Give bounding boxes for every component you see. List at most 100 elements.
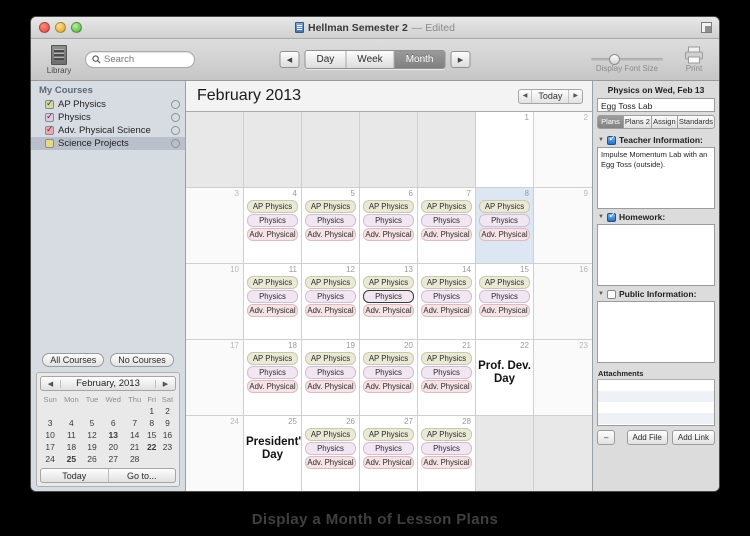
calendar-prev-button[interactable]: ◀: [519, 90, 532, 103]
print-button[interactable]: Print: [677, 46, 711, 73]
calendar-day-cell[interactable]: 3: [186, 188, 244, 264]
calendar-event-pill[interactable]: Adv. Physical: [363, 228, 414, 241]
calendar-event-pill[interactable]: AP Physics: [305, 276, 356, 289]
calendar-day-cell[interactable]: 21 AP Physics Physics Adv. Physical: [418, 340, 476, 416]
mini-cal-day[interactable]: 8: [145, 417, 159, 429]
calendar-event-pill[interactable]: Physics: [479, 290, 530, 303]
mini-cal-day[interactable]: 11: [60, 429, 82, 441]
calendar-event-pill[interactable]: Adv. Physical: [479, 304, 530, 317]
calendar-day-cell[interactable]: 8 AP Physics Physics Adv. Physical: [476, 188, 534, 264]
calendar-event-pill[interactable]: AP Physics: [247, 352, 298, 365]
tab-standards[interactable]: Standards: [676, 115, 716, 129]
calendar-day-cell[interactable]: 24: [186, 416, 244, 491]
calendar-event-pill[interactable]: Physics: [363, 214, 414, 227]
calendar-event-pill[interactable]: Adv. Physical: [247, 380, 298, 393]
checkbox-physics[interactable]: [45, 111, 54, 122]
tab-plans-2[interactable]: Plans 2: [622, 115, 651, 129]
calendar-event-pill[interactable]: Physics: [421, 366, 472, 379]
tab-day[interactable]: Day: [305, 51, 347, 68]
calendar-day-cell[interactable]: 10: [186, 264, 244, 340]
calendar-day-cell[interactable]: 26 AP Physics Physics Adv. Physical: [302, 416, 360, 491]
calendar-day-cell[interactable]: 9: [534, 188, 592, 264]
calendar-day-cell[interactable]: 4 AP Physics Physics Adv. Physical: [244, 188, 302, 264]
gear-icon[interactable]: [171, 139, 180, 148]
calendar-event-pill[interactable]: Adv. Physical: [247, 304, 298, 317]
mini-cal-day[interactable]: 22: [145, 441, 159, 453]
calendar-event-pill[interactable]: AP Physics: [305, 428, 356, 441]
calendar-day-cell[interactable]: 2: [534, 112, 592, 188]
calendar-day-cell[interactable]: 7 AP Physics Physics Adv. Physical: [418, 188, 476, 264]
prev-period-button[interactable]: ◀: [279, 51, 300, 68]
mini-cal-day[interactable]: 6: [102, 417, 125, 429]
next-period-button[interactable]: ▶: [450, 51, 471, 68]
disclosure-triangle-icon[interactable]: ▼: [598, 214, 604, 220]
gear-icon[interactable]: [171, 126, 180, 135]
public-information-textarea[interactable]: [597, 301, 715, 363]
calendar-event-pill[interactable]: Adv. Physical: [305, 456, 356, 469]
mini-cal-day[interactable]: 16: [159, 429, 176, 441]
calendar-day-cell[interactable]: 13 AP Physics Physics Adv. Physical: [360, 264, 418, 340]
calendar-event-pill[interactable]: AP Physics: [479, 276, 530, 289]
calendar-event-pill[interactable]: Adv. Physical: [247, 228, 298, 241]
mini-cal-day[interactable]: 3: [40, 417, 60, 429]
mini-cal-day[interactable]: 10: [40, 429, 60, 441]
calendar-event-pill[interactable]: Adv. Physical: [479, 228, 530, 241]
calendar-event-pill[interactable]: AP Physics: [421, 428, 472, 441]
checkbox-teacher-information[interactable]: [606, 133, 616, 145]
mini-cal-today-button[interactable]: Today: [41, 469, 109, 482]
calendar-day-cell[interactable]: 19 AP Physics Physics Adv. Physical: [302, 340, 360, 416]
calendar-event-pill[interactable]: Physics: [247, 366, 298, 379]
calendar-day-cell[interactable]: 12 AP Physics Physics Adv. Physical: [302, 264, 360, 340]
calendar-day-cell[interactable]: 11 AP Physics Physics Adv. Physical: [244, 264, 302, 340]
mini-cal-day[interactable]: 15: [145, 429, 159, 441]
checkbox-science-projects[interactable]: [45, 139, 54, 148]
tab-month[interactable]: Month: [394, 51, 445, 68]
calendar-event-pill[interactable]: Adv. Physical: [305, 304, 356, 317]
fullscreen-icon[interactable]: [701, 22, 712, 33]
calendar-event-pill[interactable]: AP Physics: [247, 276, 298, 289]
calendar-day-cell[interactable]: 16: [534, 264, 592, 340]
calendar-event-pill[interactable]: AP Physics: [421, 276, 472, 289]
mini-cal-day[interactable]: 13: [102, 429, 125, 441]
list-item[interactable]: [598, 380, 714, 391]
calendar-day-cell[interactable]: 15 AP Physics Physics Adv. Physical: [476, 264, 534, 340]
mini-cal-day[interactable]: 24: [40, 453, 60, 465]
calendar-event-pill[interactable]: Adv. Physical: [363, 456, 414, 469]
calendar-event-pill[interactable]: Physics: [421, 214, 472, 227]
calendar-day-cell[interactable]: 6 AP Physics Physics Adv. Physical: [360, 188, 418, 264]
mini-cal-day[interactable]: 17: [40, 441, 60, 453]
calendar-event-pill[interactable]: Physics: [305, 366, 356, 379]
calendar-event-pill[interactable]: AP Physics: [305, 200, 356, 213]
calendar-event-pill[interactable]: Physics: [479, 214, 530, 227]
calendar-day-cell[interactable]: 23: [534, 340, 592, 416]
mini-cal-day[interactable]: 2: [159, 405, 176, 417]
mini-cal-next-button[interactable]: ▶: [155, 379, 175, 388]
calendar-today-button[interactable]: Today: [531, 89, 568, 103]
calendar-event-pill[interactable]: Adv. Physical: [305, 228, 356, 241]
sidebar-item-ap-physics[interactable]: AP Physics: [31, 98, 185, 111]
calendar-event-pill[interactable]: Adv. Physical: [421, 380, 472, 393]
calendar-event-pill[interactable]: AP Physics: [479, 200, 530, 213]
close-button[interactable]: [39, 22, 50, 33]
calendar-event-pill[interactable]: Adv. Physical: [421, 304, 472, 317]
calendar-day-cell[interactable]: 25 President's Day: [244, 416, 302, 491]
disclosure-triangle-icon[interactable]: ▼: [598, 291, 604, 297]
mini-cal-day[interactable]: 12: [82, 429, 101, 441]
calendar-event-pill[interactable]: Physics: [363, 366, 414, 379]
mini-cal-prev-button[interactable]: ◀: [41, 379, 61, 388]
homework-textarea[interactable]: [597, 224, 715, 286]
section-header[interactable]: ▼ Teacher Information:: [597, 132, 715, 147]
calendar-day-cell[interactable]: 18 AP Physics Physics Adv. Physical: [244, 340, 302, 416]
sidebar-item-science-projects[interactable]: Science Projects: [31, 137, 185, 150]
calendar-event-pill[interactable]: Adv. Physical: [305, 380, 356, 393]
mini-cal-day[interactable]: 18: [60, 441, 82, 453]
mini-cal-day[interactable]: 23: [159, 441, 176, 453]
mini-cal-day[interactable]: 27: [102, 453, 125, 465]
section-header[interactable]: ▼ Homework:: [597, 209, 715, 224]
attachments-list[interactable]: [597, 380, 715, 426]
font-size-slider[interactable]: [591, 54, 663, 65]
calendar-event-pill[interactable]: AP Physics: [247, 200, 298, 213]
calendar-event-pill[interactable]: Physics: [305, 290, 356, 303]
gear-icon[interactable]: [171, 100, 180, 109]
calendar-day-cell[interactable]: 17: [186, 340, 244, 416]
